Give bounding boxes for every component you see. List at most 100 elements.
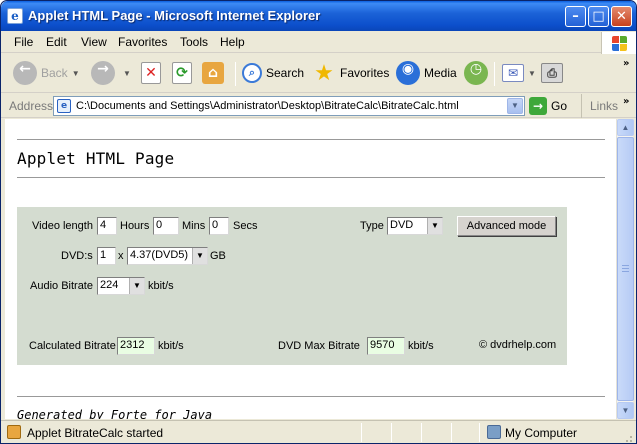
gb-label: GB <box>210 250 226 262</box>
stop-button[interactable]: ✕ <box>141 60 165 86</box>
toolbar-separator <box>235 62 236 86</box>
print-button[interactable]: ⎙ <box>541 60 567 86</box>
history-button[interactable]: ◷ <box>464 60 492 86</box>
links-button[interactable]: Links <box>581 94 618 118</box>
toolbar-overflow-chevron-icon[interactable]: » <box>623 58 629 69</box>
generated-by-text: Generated by Forte for Java <box>17 408 213 419</box>
browser-window: e Applet HTML Page - Microsoft Internet … <box>0 0 637 444</box>
forward-button[interactable]: → ▼ <box>91 60 131 86</box>
status-separator <box>421 423 422 442</box>
menu-edit[interactable]: Edit <box>46 35 67 49</box>
media-globe-icon: ◉ <box>396 61 420 85</box>
chevron-down-icon[interactable]: ▼ <box>507 98 523 114</box>
times-label: x <box>118 250 124 262</box>
page-content: Applet HTML Page Video length 4 Hours 0 … <box>5 119 616 419</box>
address-input[interactable]: e C:\Documents and Settings\Administrato… <box>53 96 525 116</box>
ie-page-icon: e <box>7 8 23 24</box>
address-value[interactable]: C:\Documents and Settings\Administrator\… <box>76 100 459 112</box>
resize-grip[interactable] <box>626 440 628 442</box>
chevron-down-icon[interactable]: ▼ <box>192 248 207 264</box>
back-button[interactable]: ← Back ▼ <box>13 60 80 86</box>
mins-label: Mins <box>182 220 206 232</box>
go-label: Go <box>551 99 568 113</box>
vertical-scrollbar[interactable]: ▲ ▼ <box>616 119 634 419</box>
window-title: Applet HTML Page - Microsoft Internet Ex… <box>28 8 321 23</box>
address-bar: Address e C:\Documents and Settings\Admi… <box>1 94 636 118</box>
type-value: DVD <box>390 219 414 231</box>
thumb-grip <box>622 271 629 272</box>
type-select[interactable]: DVD ▼ <box>387 217 443 235</box>
calculated-bitrate-label: Calculated Bitrate <box>29 340 116 352</box>
scrollbar-thumb[interactable] <box>617 137 634 401</box>
chevron-down-icon: ▼ <box>71 68 80 78</box>
windows-logo-icon <box>601 32 636 54</box>
chevron-down-icon[interactable]: ▼ <box>427 218 442 234</box>
dvd-size-select[interactable]: 4.37(DVD5) ▼ <box>127 247 208 265</box>
dvds-label: DVD:s <box>61 250 93 262</box>
status-text: Applet BitrateCalc started <box>27 426 164 440</box>
divider <box>17 177 605 179</box>
chevron-down-icon[interactable]: ▼ <box>129 278 144 294</box>
audio-bitrate-select[interactable]: 224 ▼ <box>97 277 145 295</box>
refresh-button[interactable]: ⟳ <box>172 60 196 86</box>
refresh-icon: ⟳ <box>172 62 192 84</box>
chevron-down-icon: ▼ <box>123 68 131 78</box>
video-length-label: Video length <box>32 220 93 232</box>
dvd-count-input[interactable]: 1 <box>97 247 116 265</box>
bitrate-calculator-applet: Video length 4 Hours 0 Mins 0 Secs Type … <box>17 207 567 365</box>
thumb-grip <box>622 265 629 266</box>
home-button[interactable]: ⌂ <box>202 60 228 86</box>
resize-grip[interactable] <box>630 436 632 438</box>
page-title: Applet HTML Page <box>17 149 175 168</box>
mins-input[interactable]: 0 <box>153 217 179 235</box>
scroll-down-icon[interactable]: ▼ <box>617 402 634 419</box>
menu-file[interactable]: File <box>14 35 33 49</box>
search-label: Search <box>266 66 305 80</box>
menu-view[interactable]: View <box>81 35 107 49</box>
divider <box>17 396 605 398</box>
favorites-star-icon: ★ <box>314 61 334 86</box>
title-bar[interactable]: e Applet HTML Page - Microsoft Internet … <box>1 1 636 31</box>
dvd-max-bitrate-field: 9570 <box>367 337 405 355</box>
mail-button[interactable]: ✉ ▼ <box>502 60 536 86</box>
hours-label: Hours <box>120 220 150 232</box>
standard-toolbar: ← Back ▼ → ▼ ✕ ⟳ ⌂ ⌕ Search ★ Favorites … <box>1 54 636 93</box>
secs-label: Secs <box>233 220 258 232</box>
hours-input[interactable]: 4 <box>97 217 117 235</box>
calculated-unit-label: kbit/s <box>158 340 184 352</box>
java-applet-icon <box>7 425 21 439</box>
menu-tools[interactable]: Tools <box>180 35 208 49</box>
status-bar: Applet BitrateCalc started My Computer <box>1 420 636 443</box>
forward-arrow-icon: → <box>91 61 115 85</box>
credit-text: © dvdrhelp.com <box>479 339 557 351</box>
print-icon: ⎙ <box>541 63 563 83</box>
audio-unit-label: kbit/s <box>148 280 174 292</box>
status-separator <box>391 423 392 442</box>
close-button[interactable]: ✕ <box>611 6 632 27</box>
my-computer-icon <box>487 425 501 439</box>
resize-grip[interactable] <box>630 440 632 442</box>
mail-icon: ✉ <box>502 64 524 82</box>
minimize-button[interactable]: – <box>565 6 586 27</box>
advanced-mode-button[interactable]: Advanced mode <box>457 216 556 236</box>
links-overflow-chevron-icon[interactable]: » <box>623 96 629 107</box>
go-button[interactable]: → Go <box>529 96 567 116</box>
maximize-button[interactable]: □ <box>588 6 609 27</box>
status-separator <box>451 423 452 442</box>
favorites-button[interactable]: ★ Favorites <box>312 60 389 86</box>
scroll-up-icon[interactable]: ▲ <box>617 119 634 136</box>
links-label: Links <box>590 99 619 113</box>
search-button[interactable]: ⌕ Search <box>242 60 304 86</box>
secs-input[interactable]: 0 <box>209 217 229 235</box>
dvd-size-value: 4.37(DVD5) <box>130 249 189 261</box>
thumb-grip <box>622 268 629 269</box>
zone-text: My Computer <box>505 426 578 440</box>
media-button[interactable]: ◉ Media <box>396 60 457 86</box>
menu-favorites[interactable]: Favorites <box>118 35 167 49</box>
toolbar-separator <box>494 62 495 86</box>
go-arrow-icon: → <box>529 97 547 115</box>
menu-bar: File Edit View Favorites Tools Help <box>1 31 636 53</box>
calculated-bitrate-field: 2312 <box>117 337 155 355</box>
dvd-max-bitrate-label: DVD Max Bitrate <box>278 340 360 352</box>
menu-help[interactable]: Help <box>220 35 245 49</box>
